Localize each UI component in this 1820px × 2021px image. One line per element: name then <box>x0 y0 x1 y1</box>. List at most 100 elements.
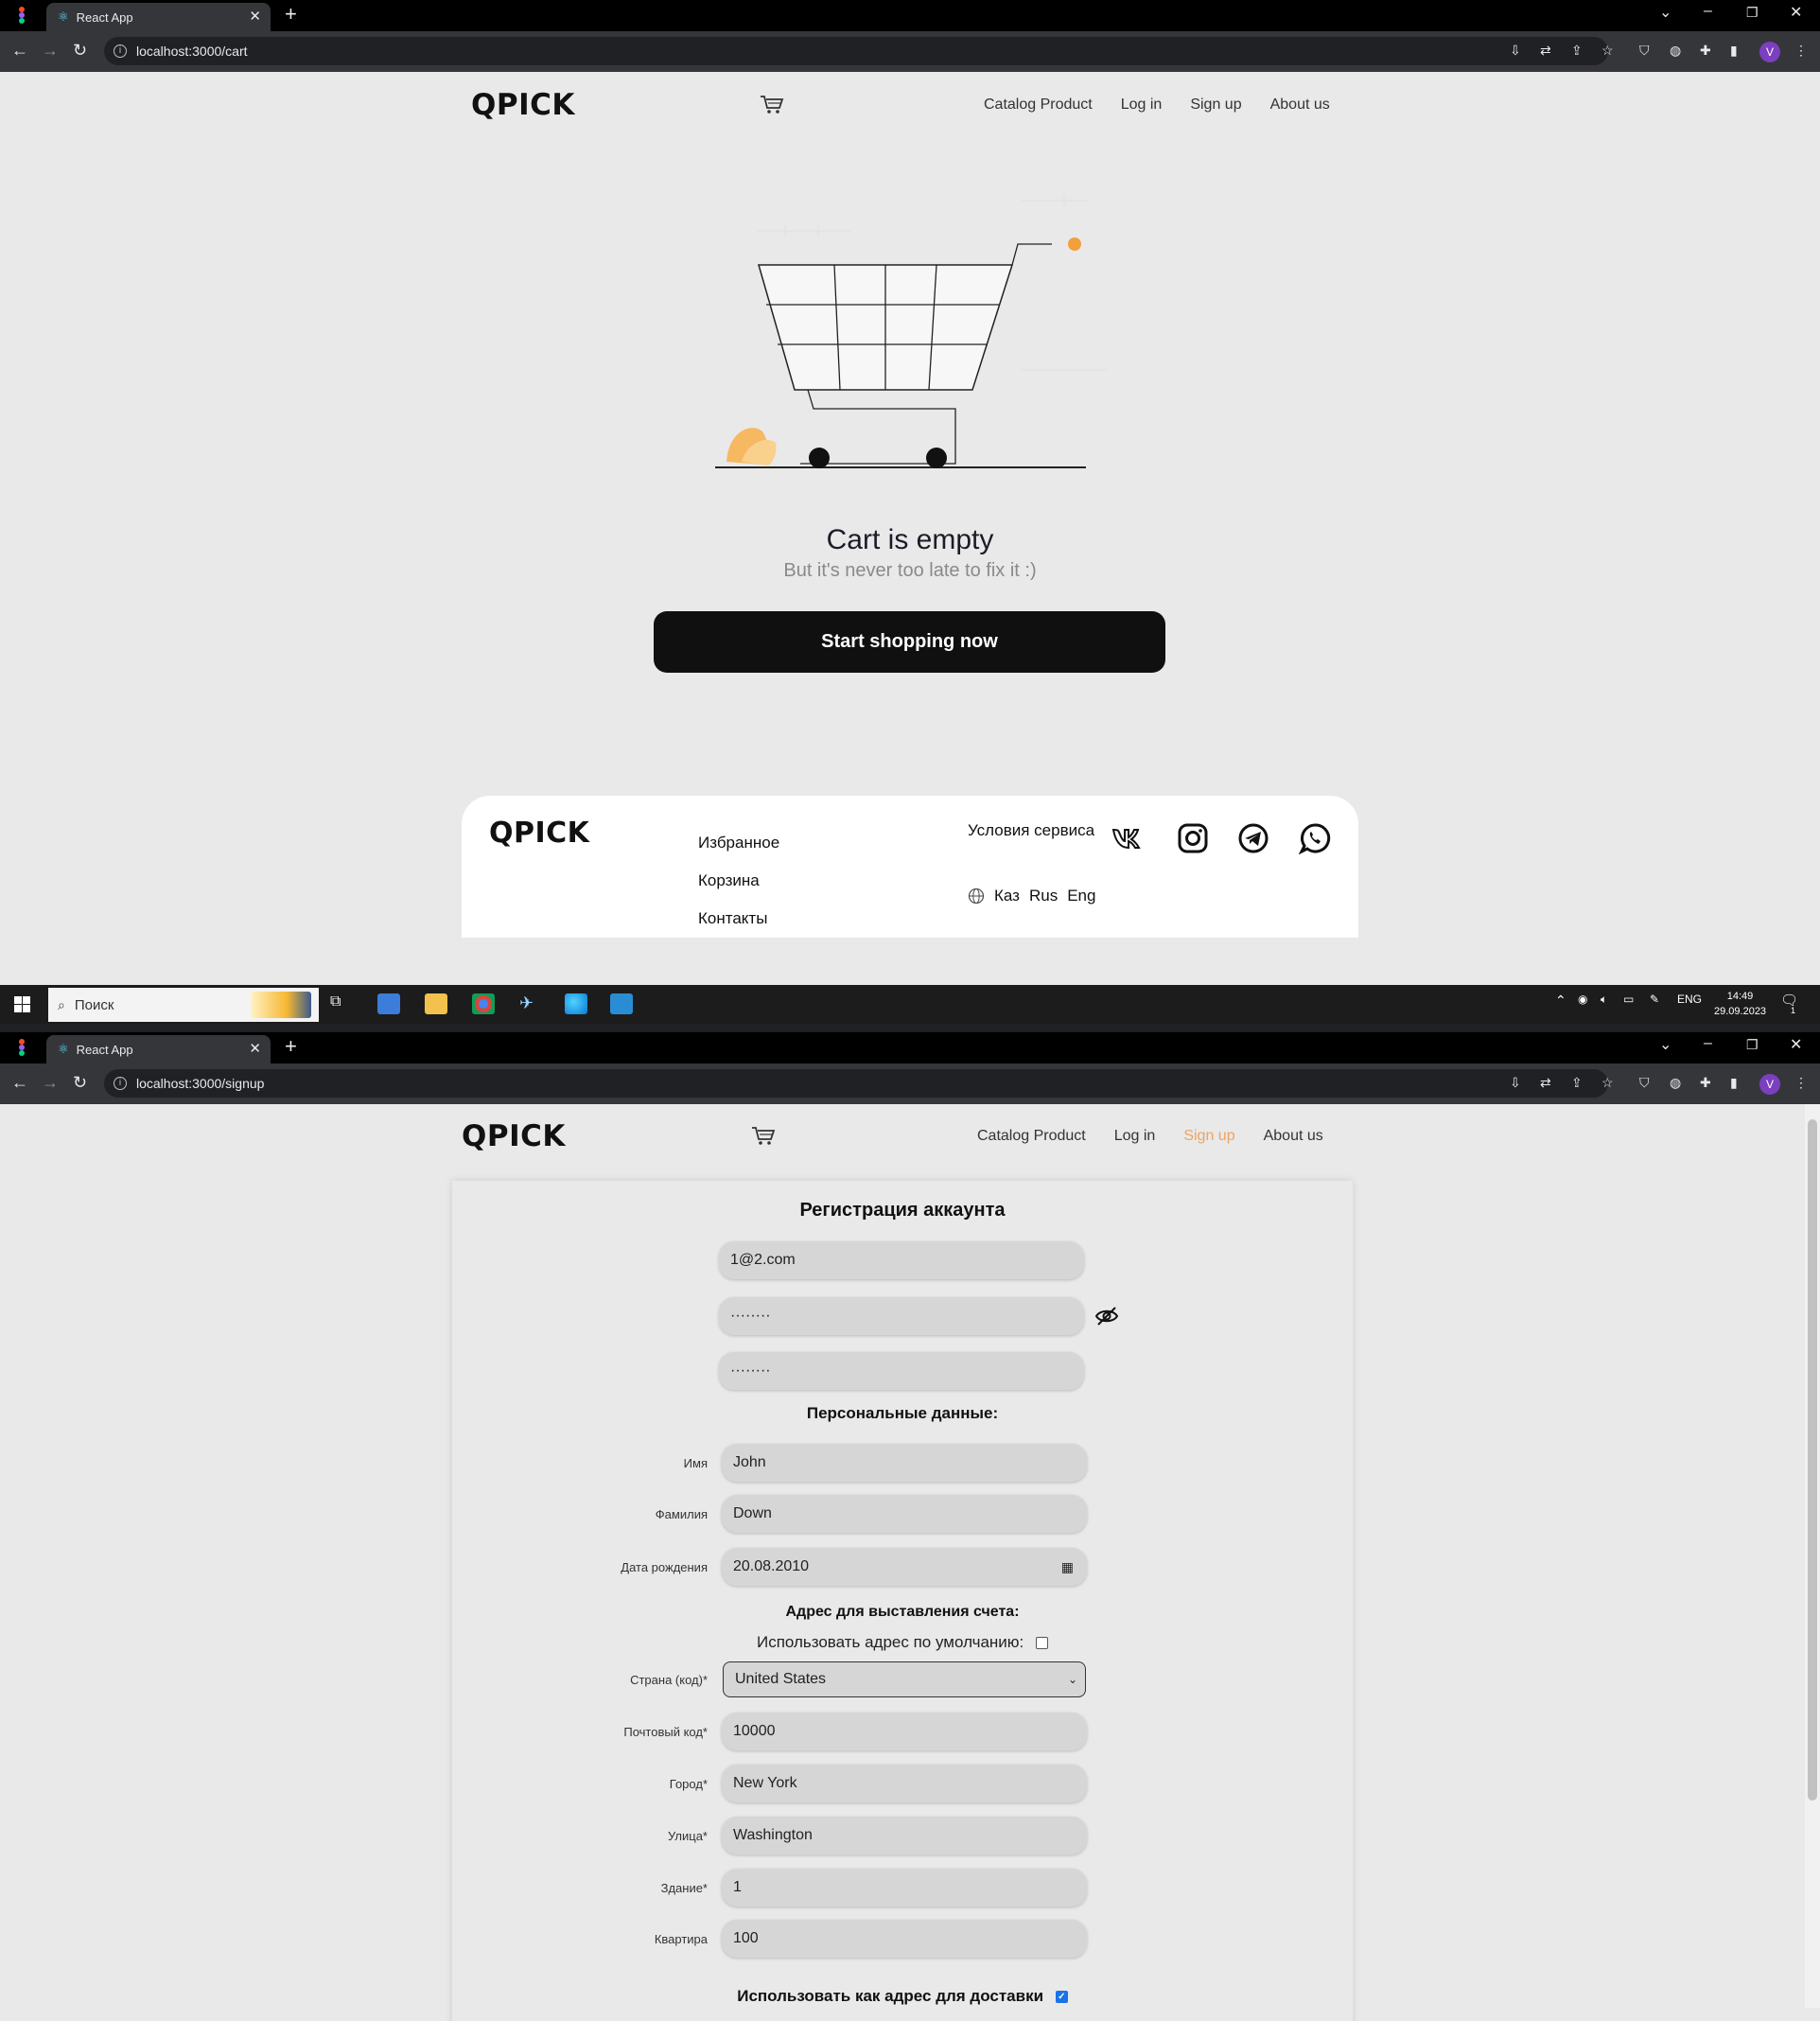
password-field[interactable]: ········ <box>719 1297 1084 1335</box>
logo[interactable]: QPICK <box>462 1119 566 1153</box>
telegram-icon[interactable] <box>1237 822 1269 854</box>
calendar-icon[interactable]: ▦ <box>1061 1548 1074 1586</box>
reload-icon[interactable]: ↻ <box>73 41 87 61</box>
city-field[interactable]: New York <box>722 1765 1087 1802</box>
password-confirm-field[interactable]: ········ <box>719 1352 1084 1390</box>
notifications-icon[interactable]: 🗨︎ <box>1780 992 1798 1009</box>
country-select[interactable]: United States ⌄ <box>723 1661 1086 1697</box>
vscode-icon[interactable] <box>610 993 633 1014</box>
whatsapp-icon[interactable] <box>1299 822 1331 854</box>
taskbar-search[interactable]: ⌕ Поиск <box>48 988 319 1022</box>
extensions-icon[interactable]: ✚ <box>1700 1075 1711 1091</box>
footer-logo[interactable]: QPICK <box>489 817 589 850</box>
translate-icon[interactable]: ⇄ <box>1540 1075 1551 1091</box>
last-name-field[interactable]: Down <box>722 1495 1087 1533</box>
profile-avatar[interactable]: V <box>1759 42 1780 62</box>
restore-icon[interactable]: ❐ <box>1746 1037 1759 1053</box>
chrome-icon[interactable] <box>472 993 495 1014</box>
volume-icon[interactable]: 🔈︎ <box>1601 993 1607 1007</box>
nav-sign-up[interactable]: Sign up <box>1190 97 1241 114</box>
eye-off-icon[interactable] <box>1094 1306 1119 1327</box>
lang-eng[interactable]: Eng <box>1067 887 1095 905</box>
install-icon[interactable]: ⇩ <box>1510 1075 1521 1091</box>
menu-kebab-icon[interactable]: ⋮ <box>1794 43 1808 59</box>
email-field[interactable]: 1@2.com <box>719 1241 1084 1279</box>
site-info-icon[interactable]: i <box>114 1077 127 1090</box>
nav-log-in[interactable]: Log in <box>1114 1128 1156 1145</box>
install-icon[interactable]: ⇩ <box>1510 43 1521 59</box>
shield-icon[interactable]: ⛉ <box>1639 43 1650 59</box>
close-tab-icon[interactable]: ✕ <box>249 1040 261 1057</box>
default-address-checkbox[interactable] <box>1036 1637 1049 1650</box>
nav-catalog-product[interactable]: Catalog Product <box>984 97 1093 114</box>
display-icon[interactable]: ▭ <box>1623 993 1634 1006</box>
forward-icon[interactable]: → <box>42 1073 59 1093</box>
keyboard-language[interactable]: ENG <box>1677 993 1702 1006</box>
first-name-field[interactable]: John <box>722 1444 1087 1482</box>
close-tab-icon[interactable]: ✕ <box>249 8 261 25</box>
clock[interactable]: 14:49 29.09.2023 <box>1714 989 1766 1019</box>
bookmark-star-icon[interactable]: ☆ <box>1601 43 1614 59</box>
browser-tab[interactable]: ⚛ React App ✕ <box>46 1035 271 1063</box>
minimize-icon[interactable]: – <box>1704 1035 1712 1052</box>
cart-icon[interactable] <box>760 95 784 115</box>
restore-icon[interactable]: ❐ <box>1746 5 1759 21</box>
tab-search-icon[interactable]: ⌄ <box>1659 3 1671 22</box>
new-tab-icon[interactable]: + <box>285 1034 297 1059</box>
extensions-icon[interactable]: ✚ <box>1700 43 1711 59</box>
postal-code-field[interactable]: 10000 <box>722 1713 1087 1750</box>
nav-catalog-product[interactable]: Catalog Product <box>977 1128 1086 1145</box>
site-info-icon[interactable]: i <box>114 44 127 58</box>
webcam-icon[interactable]: ◉ <box>1578 993 1587 1006</box>
instagram-icon[interactable] <box>1177 822 1209 854</box>
menu-kebab-icon[interactable]: ⋮ <box>1794 1075 1808 1091</box>
lang-rus[interactable]: Rus <box>1029 887 1058 905</box>
pen-icon[interactable]: ✎ <box>1650 993 1659 1006</box>
footer-link-favorites[interactable]: Избранное <box>698 824 779 862</box>
nav-sign-up[interactable]: Sign up <box>1183 1128 1234 1145</box>
edge-icon[interactable] <box>565 993 587 1014</box>
browser-tab[interactable]: ⚛ React App ✕ <box>46 3 271 31</box>
building-field[interactable]: 1 <box>722 1869 1087 1907</box>
nav-about-us[interactable]: About us <box>1270 97 1330 114</box>
url-field[interactable]: i localhost:3000/signup <box>104 1069 1608 1098</box>
nav-about-us[interactable]: About us <box>1264 1128 1323 1145</box>
close-window-icon[interactable]: ✕ <box>1790 3 1802 22</box>
back-icon[interactable]: ← <box>11 41 28 61</box>
file-explorer-icon[interactable] <box>425 993 447 1014</box>
outlook-icon[interactable] <box>377 993 400 1014</box>
tab-search-icon[interactable]: ⌄ <box>1659 1035 1671 1054</box>
logo[interactable]: QPICK <box>471 88 575 122</box>
profile-avatar[interactable]: V <box>1759 1074 1780 1095</box>
vpn-globe-icon[interactable]: ◍ <box>1670 43 1681 59</box>
windows-start-icon[interactable] <box>14 996 30 1012</box>
footer-terms-link[interactable]: Условия сервиса <box>968 821 1094 840</box>
tray-chevron-icon[interactable]: ⌃ <box>1555 993 1566 1009</box>
footer-link-cart[interactable]: Корзина <box>698 862 779 900</box>
share-icon[interactable]: ⇪ <box>1571 43 1583 59</box>
lang-kaz[interactable]: Каз <box>994 887 1020 905</box>
close-window-icon[interactable]: ✕ <box>1790 1035 1802 1054</box>
task-view-icon[interactable]: ⧉ <box>330 993 353 1014</box>
apartment-field[interactable]: 100 <box>722 1920 1087 1958</box>
nav-log-in[interactable]: Log in <box>1121 97 1163 114</box>
translate-icon[interactable]: ⇄ <box>1540 43 1551 59</box>
vk-icon[interactable] <box>1111 822 1143 854</box>
reload-icon[interactable]: ↻ <box>73 1073 87 1093</box>
birth-date-field[interactable]: 20.08.2010 ▦ <box>722 1548 1087 1586</box>
url-field[interactable]: i localhost:3000/cart <box>104 37 1608 65</box>
shield-icon[interactable]: ⛉ <box>1639 1075 1650 1091</box>
scrollbar-thumb[interactable] <box>1808 1119 1817 1801</box>
use-as-shipping-checkbox[interactable]: ✓ <box>1055 1991 1068 2004</box>
street-field[interactable]: Washington <box>722 1817 1087 1854</box>
minimize-icon[interactable]: – <box>1704 3 1712 20</box>
side-panel-icon[interactable]: ▮ <box>1730 43 1738 59</box>
page-scrollbar[interactable] <box>1805 1104 1820 2008</box>
start-shopping-button[interactable]: Start shopping now <box>654 611 1165 673</box>
cart-icon[interactable] <box>751 1126 776 1147</box>
side-panel-icon[interactable]: ▮ <box>1730 1075 1738 1091</box>
share-icon[interactable]: ⇪ <box>1571 1075 1583 1091</box>
footer-link-contacts[interactable]: Контакты <box>698 900 779 938</box>
new-tab-icon[interactable]: + <box>285 2 297 26</box>
bookmark-star-icon[interactable]: ☆ <box>1601 1075 1614 1091</box>
